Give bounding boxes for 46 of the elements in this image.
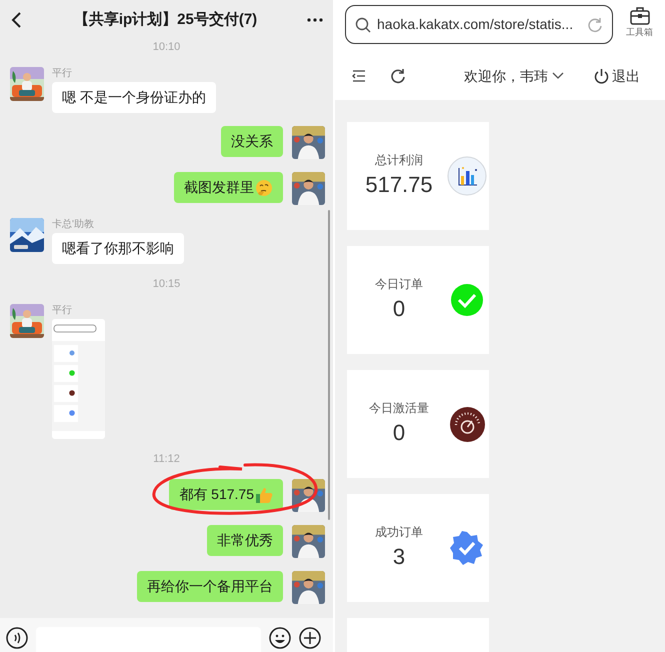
verified-badge-icon: [450, 531, 484, 565]
thumbs-up-icon: [255, 486, 273, 504]
plus-icon[interactable]: [299, 627, 321, 649]
stat-value: 3: [392, 543, 406, 571]
message-text: 再给你一个备用平台: [147, 577, 273, 596]
search-icon: [355, 16, 371, 32]
menu-fold-icon[interactable]: [352, 70, 366, 82]
message-text: 都有 517.75: [179, 485, 254, 504]
chevron-down-icon: [552, 72, 564, 80]
timestamp: 10:10: [152, 40, 180, 54]
url-text: haoka.kakatx.com/store/statis...: [377, 15, 574, 34]
thinking-emoji-icon: [255, 178, 273, 196]
logout-text: 退出: [612, 66, 640, 86]
stat-label: 成功订单: [375, 524, 423, 540]
power-icon: [594, 68, 609, 84]
stat-label: 今日订单: [375, 276, 423, 292]
stat-label: 今日激活量: [369, 400, 429, 416]
toolbox-icon: [628, 6, 650, 26]
voice-icon[interactable]: [6, 627, 28, 649]
logout-button[interactable]: 退出: [594, 66, 640, 86]
more-icon[interactable]: [307, 18, 323, 22]
stat-value: 517.75: [365, 171, 433, 199]
timestamp: 10:15: [152, 277, 180, 291]
stat-value: 0: [392, 419, 406, 447]
toolbox-label: 工具箱: [626, 26, 653, 38]
stat-label: 总计利润: [375, 152, 423, 168]
bar-chart-icon: [447, 156, 487, 196]
gauge-icon: [450, 406, 484, 442]
stat-value: 0: [392, 295, 406, 323]
check-circle-icon: [451, 284, 483, 316]
toolbox-button[interactable]: 工具箱: [626, 6, 653, 38]
user-menu[interactable]: 欢迎你，韦玮: [464, 66, 564, 86]
welcome-text: 欢迎你，韦玮: [464, 66, 548, 86]
message-bubble: 嗯 不是一个身份证办的: [52, 82, 216, 113]
message-text: 没关系: [231, 132, 273, 151]
address-bar[interactable]: haoka.kakatx.com/store/statis...: [345, 5, 613, 44]
message-text: 截图发群里: [184, 178, 254, 197]
message-text: 非常优秀: [217, 531, 273, 550]
message-bubble: 嗯看了你那不影响: [52, 233, 184, 264]
sender-name: 平行: [52, 305, 72, 317]
timestamp: 11:12: [153, 452, 180, 466]
sender-name: 平行: [52, 68, 72, 80]
sender-name: 卡总'助教: [52, 219, 94, 231]
chat-title: 【共享ip计划】25号交付(7): [72, 10, 258, 30]
refresh-icon[interactable]: [390, 68, 406, 84]
emoji-icon[interactable]: [269, 627, 291, 649]
